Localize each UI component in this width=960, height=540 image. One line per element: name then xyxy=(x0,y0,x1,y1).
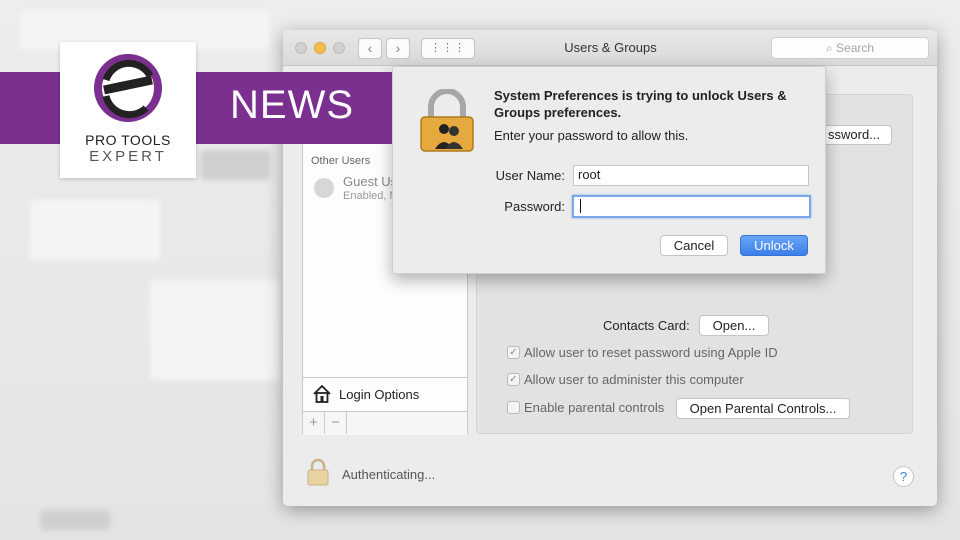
password-label: Password: xyxy=(504,199,565,214)
open-parental-controls-button[interactable]: Open Parental Controls... xyxy=(676,398,850,419)
minimize-window-button[interactable] xyxy=(314,42,326,54)
reset-password-checkbox[interactable]: ✓ xyxy=(507,346,520,359)
logo-text-protools: PRO TOOLS xyxy=(85,132,171,148)
administer-checkbox[interactable]: ✓ xyxy=(507,373,520,386)
logo-text-expert: EXPERT xyxy=(89,148,167,165)
authentication-status: Authenticating... xyxy=(342,467,436,482)
blurred-icon xyxy=(40,510,110,530)
guest-user-name[interactable]: Guest Us xyxy=(343,174,397,189)
forward-button[interactable]: › xyxy=(386,38,410,59)
dialog-title: System Preferences is trying to unlock U… xyxy=(494,88,787,120)
search-placeholder: Search xyxy=(836,41,875,55)
blurred-panel xyxy=(30,200,160,260)
show-all-grid-button[interactable]: ⋮⋮⋮ xyxy=(421,38,475,59)
reset-password-label: Allow user to reset password using Apple… xyxy=(524,345,778,360)
e-logo-icon xyxy=(94,54,162,122)
zoom-window-button[interactable] xyxy=(333,42,345,54)
house-icon xyxy=(313,384,331,403)
add-user-button[interactable]: + xyxy=(303,412,325,434)
blurred-icon xyxy=(200,150,270,180)
blurred-panel xyxy=(150,280,280,380)
other-users-header: Other Users xyxy=(311,155,371,167)
contacts-open-button[interactable]: Open... xyxy=(699,315,769,336)
dialog-message: Enter your password to allow this. xyxy=(494,128,689,143)
guest-user-status: Enabled, N xyxy=(343,190,398,202)
lock-users-icon xyxy=(420,89,474,152)
guest-avatar xyxy=(314,178,334,198)
close-window-button[interactable] xyxy=(295,42,307,54)
login-options-item[interactable]: Login Options xyxy=(303,377,467,411)
unlock-button[interactable]: Unlock xyxy=(740,235,808,256)
remove-user-button[interactable]: − xyxy=(325,412,347,434)
password-field[interactable] xyxy=(572,195,811,218)
parental-controls-checkbox[interactable] xyxy=(507,401,520,414)
username-label: User Name: xyxy=(495,168,565,183)
text-caret xyxy=(580,199,581,213)
cancel-button[interactable]: Cancel xyxy=(660,235,728,256)
search-icon: ⌕ xyxy=(825,41,837,55)
lock-icon[interactable] xyxy=(307,458,329,486)
title-bar: ‹ › ⋮⋮⋮ Users & Groups ⌕ Search xyxy=(283,30,937,66)
add-remove-bar: + − xyxy=(303,411,467,435)
pro-tools-expert-logo: PRO TOOLS EXPERT xyxy=(60,42,196,178)
change-password-button[interactable]: ssword... xyxy=(823,125,892,145)
news-banner-text: NEWS xyxy=(230,83,354,127)
back-button[interactable]: ‹ xyxy=(358,38,382,59)
unlock-dialog: System Preferences is trying to unlock U… xyxy=(392,66,826,274)
window-title: Users & Groups xyxy=(564,40,657,55)
search-field[interactable]: ⌕ Search xyxy=(771,37,929,59)
username-field[interactable]: root xyxy=(573,165,809,186)
help-button[interactable]: ? xyxy=(893,466,914,487)
contacts-card-label: Contacts Card: xyxy=(603,318,690,333)
parental-controls-label: Enable parental controls xyxy=(524,400,665,415)
login-options-label: Login Options xyxy=(339,387,420,402)
news-banner: NEWS xyxy=(0,72,392,144)
administer-label: Allow user to administer this computer xyxy=(524,372,744,387)
